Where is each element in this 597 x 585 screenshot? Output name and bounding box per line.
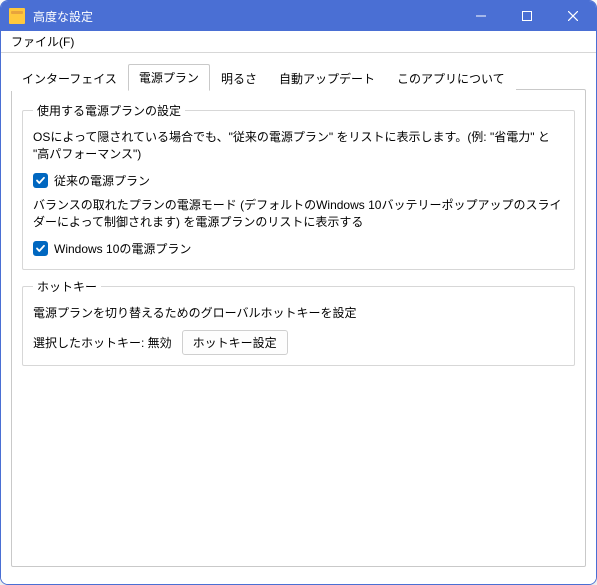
tab-about[interactable]: このアプリについて [386, 65, 516, 91]
group-power-plan-legend: 使用する電源プランの設定 [33, 102, 185, 119]
desc-hotkey: 電源プランを切り替えるためのグローバルホットキーを設定 [33, 305, 564, 322]
group-power-plan: 使用する電源プランの設定 OSによって隠されている場合でも、"従来の電源プラン"… [22, 102, 575, 270]
group-hotkey-legend: ホットキー [33, 278, 101, 295]
group-hotkey: ホットキー 電源プランを切り替えるためのグローバルホットキーを設定 選択したホッ… [22, 278, 575, 366]
hotkey-settings-button[interactable]: ホットキー設定 [182, 330, 288, 355]
close-button[interactable] [550, 1, 596, 31]
tab-strip: インターフェイス 電源プラン 明るさ 自動アップデート このアプリについて [11, 63, 586, 90]
app-icon [9, 8, 25, 24]
titlebar: 高度な設定 [1, 1, 596, 31]
tab-interface[interactable]: インターフェイス [11, 65, 128, 91]
minimize-button[interactable] [458, 1, 504, 31]
menu-file[interactable]: ファイル(F) [5, 31, 80, 52]
client-area: インターフェイス 電源プラン 明るさ 自動アップデート このアプリについて 使用… [1, 53, 596, 584]
tab-auto-update[interactable]: 自動アップデート [268, 65, 386, 91]
window-title: 高度な設定 [33, 8, 93, 25]
checkbox-win10-label: Windows 10の電源プラン [54, 240, 191, 257]
desc-traditional-plans: OSによって隠されている場合でも、"従来の電源プラン" をリストに表示します。(… [33, 129, 564, 164]
checkbox-traditional[interactable] [33, 173, 48, 188]
maximize-button[interactable] [504, 1, 550, 31]
selected-hotkey-label: 選択したホットキー: 無効 [33, 334, 172, 351]
checkbox-win10[interactable] [33, 241, 48, 256]
menubar: ファイル(F) [1, 31, 596, 53]
tab-power-plan[interactable]: 電源プラン [128, 64, 210, 91]
window: 高度な設定 ファイル(F) インターフェイス 電源プラン 明るさ 自動アップデー… [0, 0, 597, 585]
hotkey-row: 選択したホットキー: 無効 ホットキー設定 [33, 330, 564, 355]
check-row-traditional[interactable]: 従来の電源プラン [33, 172, 564, 189]
tab-page-power-plan: 使用する電源プランの設定 OSによって隠されている場合でも、"従来の電源プラン"… [11, 89, 586, 567]
desc-win10-mode: バランスの取れたプランの電源モード (デフォルトのWindows 10バッテリー… [33, 197, 564, 232]
checkbox-traditional-label: 従来の電源プラン [54, 172, 150, 189]
tab-brightness[interactable]: 明るさ [210, 65, 268, 91]
check-row-win10[interactable]: Windows 10の電源プラン [33, 240, 564, 257]
